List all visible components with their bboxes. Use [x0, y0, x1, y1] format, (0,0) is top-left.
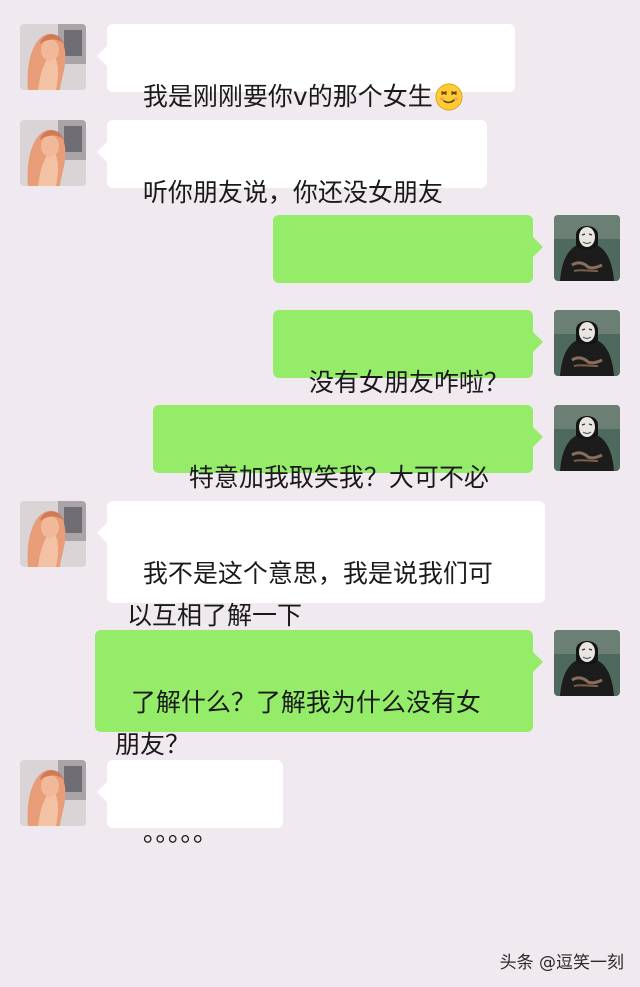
girl-avatar[interactable] [20, 120, 86, 186]
message-text: 我不是这个意思，我是说我们可 以互相了解一下 [127, 559, 493, 630]
girl-avatar[interactable] [20, 760, 86, 826]
message-text: 我是刚刚要你v的那个女生 [142, 82, 433, 111]
girl-avatar[interactable] [20, 501, 86, 567]
message-bubble-me[interactable]: 了解什么？了解我为什么没有女 朋友？ [95, 630, 543, 759]
masked-man-avatar[interactable] [554, 215, 620, 281]
message-bubble-me[interactable]: 没有女朋友咋啦？ [273, 310, 543, 397]
masked-man-avatar[interactable] [554, 310, 620, 376]
message-bubble-me[interactable]: ？？？？？？？？？ [273, 215, 543, 344]
message-bubble-other[interactable]: 我是刚刚要你v的那个女生 [97, 24, 515, 111]
smirk-emoji-icon [435, 83, 463, 111]
masked-man-avatar[interactable] [554, 405, 620, 471]
message-text: 了解什么？了解我为什么没有女 朋友？ [115, 688, 481, 759]
girl-avatar[interactable] [20, 24, 86, 90]
watermark: 头条 @逗笑一刻 [499, 953, 624, 973]
message-text: 听你朋友说，你还没女朋友 [142, 178, 443, 207]
message-bubble-other[interactable]: 我不是这个意思，我是说我们可 以互相了解一下 [97, 501, 545, 630]
message-text: 特意加我取笑我？大可不必 [188, 463, 489, 492]
message-bubble-other[interactable]: 听你朋友说，你还没女朋友 [97, 120, 487, 207]
masked-man-avatar[interactable] [554, 630, 620, 696]
message-bubble-other[interactable]: 。。。。。 [97, 760, 283, 847]
message-bubble-me[interactable]: 特意加我取笑我？大可不必 [153, 405, 543, 492]
message-text: 没有女朋友咋啦？ [308, 368, 509, 397]
message-text: 。。。。。 [142, 818, 218, 847]
